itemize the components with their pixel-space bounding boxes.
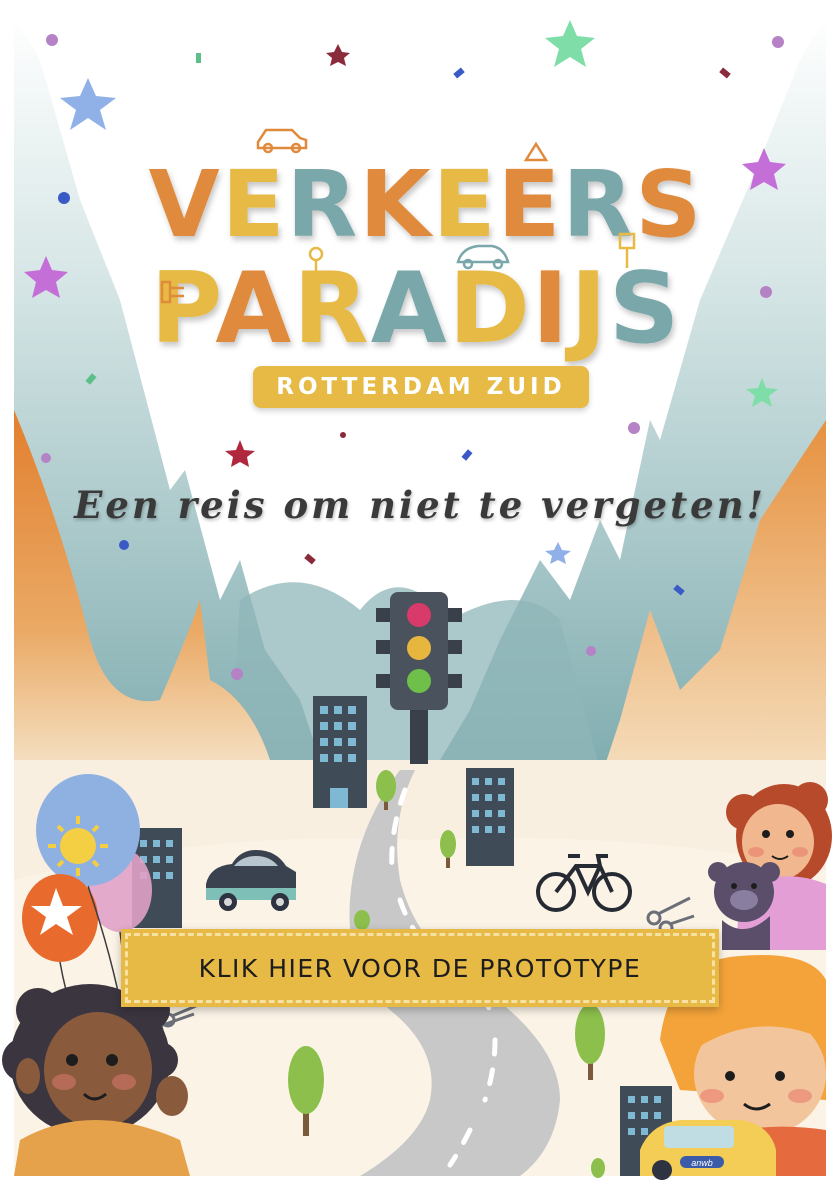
car-badge-text: anwb	[691, 1158, 713, 1168]
subtitle-text: ROTTERDAM ZUID	[276, 374, 566, 400]
building-icon	[313, 696, 367, 808]
tagline: Een reis om niet te vergeten!	[74, 483, 766, 527]
building-icon	[466, 768, 514, 866]
poster: anwb VERKEERS PARADIJS ROTTERDAM ZUID Ee…	[0, 0, 840, 1190]
cta-label: KLIK HIER VOOR DE PROTOTYPE	[198, 953, 642, 983]
toy-car-icon: anwb	[640, 1120, 776, 1180]
tree-icon	[591, 1158, 605, 1178]
background-scene: anwb	[0, 0, 840, 1190]
child-girl-left	[2, 984, 190, 1176]
subtitle-badge: ROTTERDAM ZUID	[253, 366, 589, 408]
prototype-cta-button[interactable]: KLIK HIER VOOR DE PROTOTYPE	[121, 929, 719, 1007]
